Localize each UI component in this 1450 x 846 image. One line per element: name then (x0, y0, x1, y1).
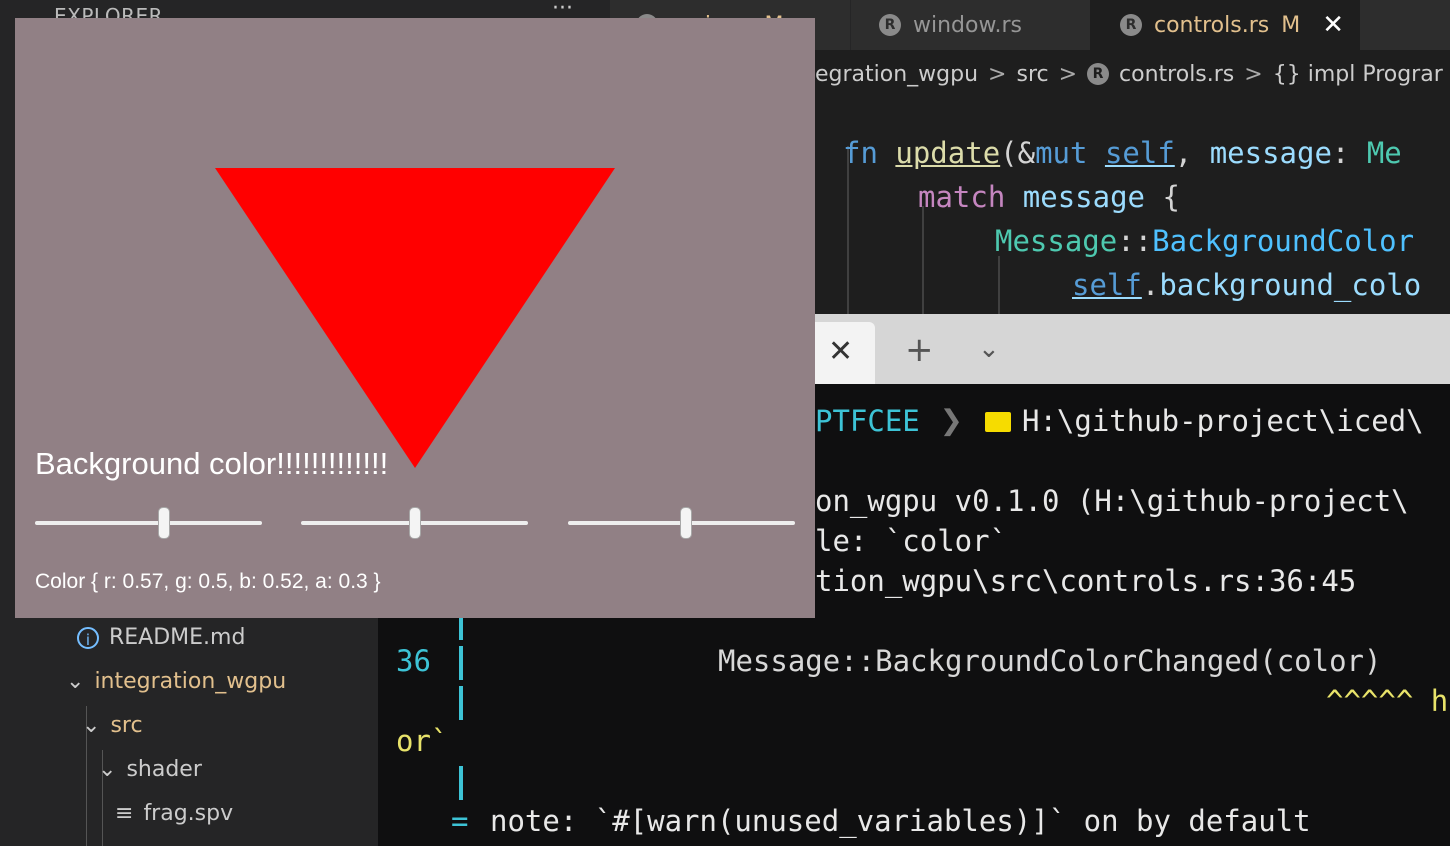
chevron-right-icon: > (988, 61, 1007, 87)
code-line: match message { (918, 180, 1180, 214)
color-value-text: Color { r: 0.57, g: 0.5, b: 0.52, a: 0.3… (35, 570, 381, 593)
indent-guide (998, 256, 1000, 314)
prompt-separator-icon: ❯ (940, 398, 963, 442)
rust-icon: R (879, 14, 901, 36)
close-tab-icon[interactable]: ✕ (1322, 10, 1344, 40)
tree-item-readme[interactable]: i README.md (77, 625, 245, 650)
slider-handle[interactable] (158, 507, 171, 539)
breadcrumb-item[interactable]: {} impl Prograr (1273, 62, 1443, 87)
terminal-line: le: `color` (815, 524, 1008, 558)
iced-app-window[interactable]: Background color!!!!!!!!!!!!! Color { r:… (15, 18, 815, 618)
blue-slider[interactable] (568, 506, 795, 540)
slider-handle[interactable] (408, 507, 421, 539)
chevron-down-icon[interactable]: ⌄ (978, 334, 1000, 364)
breadcrumb-item[interactable]: controls.rs (1119, 62, 1234, 87)
tab-window-rs[interactable]: R window.rs (850, 0, 1088, 50)
terminal-line: tion_wgpu\src\controls.rs:36:45 (815, 564, 1357, 598)
triangle-shape (215, 168, 615, 468)
tab-label: controls.rs (1154, 12, 1270, 38)
chevron-down-icon: ⌄ (98, 757, 117, 782)
line-number: 36 (396, 644, 431, 678)
chevron-down-icon: ⌄ (66, 669, 85, 694)
terminal-line: or` (396, 724, 449, 758)
note-marker: = (451, 804, 469, 838)
triangle-polygon (215, 168, 615, 468)
chevron-right-icon: > (1058, 61, 1078, 87)
tree-item-integration-wgpu[interactable]: ⌄ integration_wgpu (66, 669, 286, 694)
indent-guide (847, 146, 849, 314)
modified-badge: M (1281, 12, 1301, 38)
terminal-note: note: `#[warn(unused_variables)]` on by … (490, 804, 1311, 838)
prompt-path: H:\github-project\iced\ (1022, 404, 1424, 438)
breadcrumb-item[interactable]: egration_wgpu (815, 62, 978, 87)
tab-controls-rs[interactable]: R controls.rs M ✕ (1090, 0, 1360, 50)
rust-icon: R (1087, 63, 1110, 85)
prompt-user: PTFCEE (815, 404, 920, 438)
gutter-bar (459, 686, 463, 720)
chevron-down-icon: ⌄ (82, 713, 101, 738)
code-line: self.background_colo (1072, 268, 1422, 302)
breadcrumb-item[interactable]: src (1016, 62, 1048, 87)
gutter-bar (459, 618, 463, 640)
close-icon[interactable]: ✕ (828, 334, 853, 369)
green-slider[interactable] (301, 506, 528, 540)
file-lines-icon: ≡ (115, 801, 134, 826)
tree-item-frag-spv[interactable]: ≡ frag.spv (115, 801, 233, 826)
background-color-label: Background color!!!!!!!!!!!!! (35, 446, 389, 481)
terminal-code-line: Message::BackgroundColorChanged(color) (718, 644, 1382, 678)
indent-guide (922, 206, 924, 314)
terminal-carets: ^^^^^ h (1326, 684, 1449, 718)
gutter-bar (459, 766, 463, 800)
slider-track (35, 521, 262, 525)
code-line: fn update(&mut self, message: Me (843, 136, 1402, 170)
tree-item-src[interactable]: ⌄ src (82, 713, 143, 738)
slider-handle[interactable] (680, 507, 693, 539)
chevron-right-icon: > (1244, 61, 1263, 87)
code-line: Message::BackgroundColor (995, 224, 1415, 258)
code-editor[interactable]: fn update(&mut self, message: Me match m… (815, 96, 1450, 314)
folder-icon (985, 412, 1011, 432)
new-tab-button[interactable]: + (905, 330, 934, 370)
breadcrumb: egration_wgpu > src > R controls.rs > {}… (815, 56, 1443, 92)
tab-label: window.rs (913, 12, 1022, 38)
gutter-bar (459, 646, 463, 680)
rust-icon: R (1120, 14, 1142, 36)
tree-item-shader[interactable]: ⌄ shader (98, 757, 202, 782)
terminal-line: on_wgpu v0.1.0 (H:\github-project\ (815, 484, 1409, 518)
info-icon: i (77, 627, 99, 649)
red-slider[interactable] (35, 506, 262, 540)
